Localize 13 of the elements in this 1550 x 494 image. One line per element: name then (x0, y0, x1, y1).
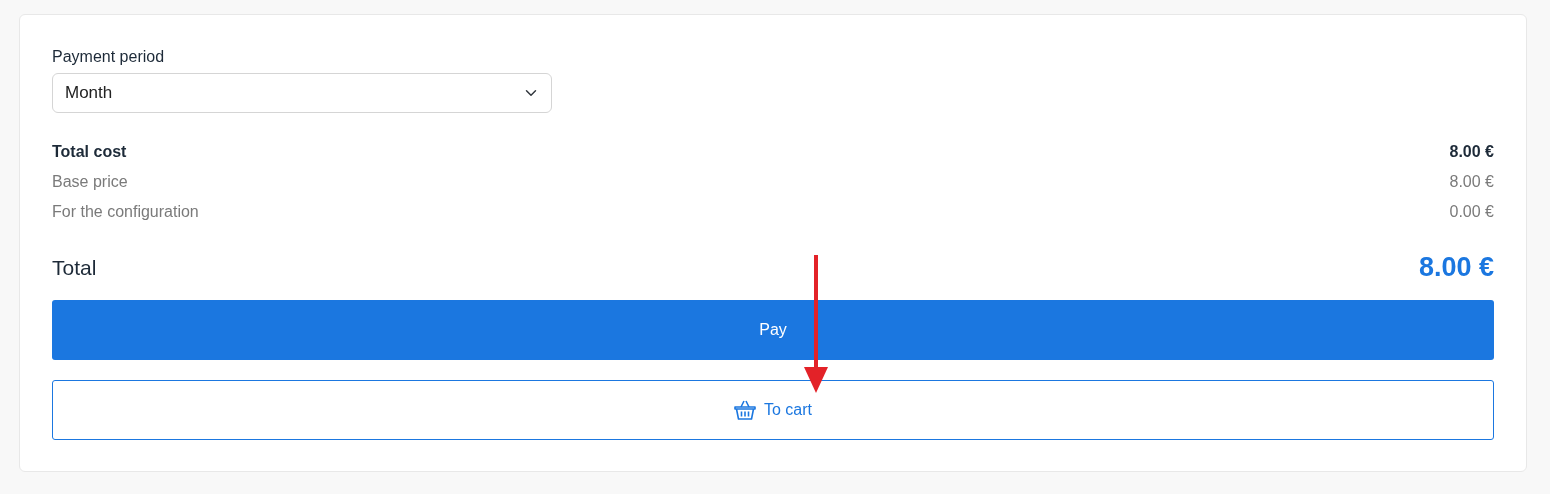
cart-button[interactable]: To cart (52, 379, 1494, 440)
pay-button[interactable]: Pay (52, 299, 1494, 360)
cost-value: 8.00 € (1449, 142, 1494, 162)
field-label: Payment period (52, 47, 166, 67)
total-label: Total (52, 254, 97, 281)
cost-label: For the configuration (52, 202, 199, 222)
cost-value: 8.00 € (1449, 172, 1494, 192)
cost-value: 0.00 € (1449, 202, 1494, 222)
total-value: 8.00 € (1418, 251, 1494, 284)
basket-icon (734, 399, 756, 420)
cost-label: Total cost (52, 142, 127, 162)
cost-label: Base price (52, 172, 128, 192)
payment-period-select[interactable]: Month (52, 73, 552, 113)
